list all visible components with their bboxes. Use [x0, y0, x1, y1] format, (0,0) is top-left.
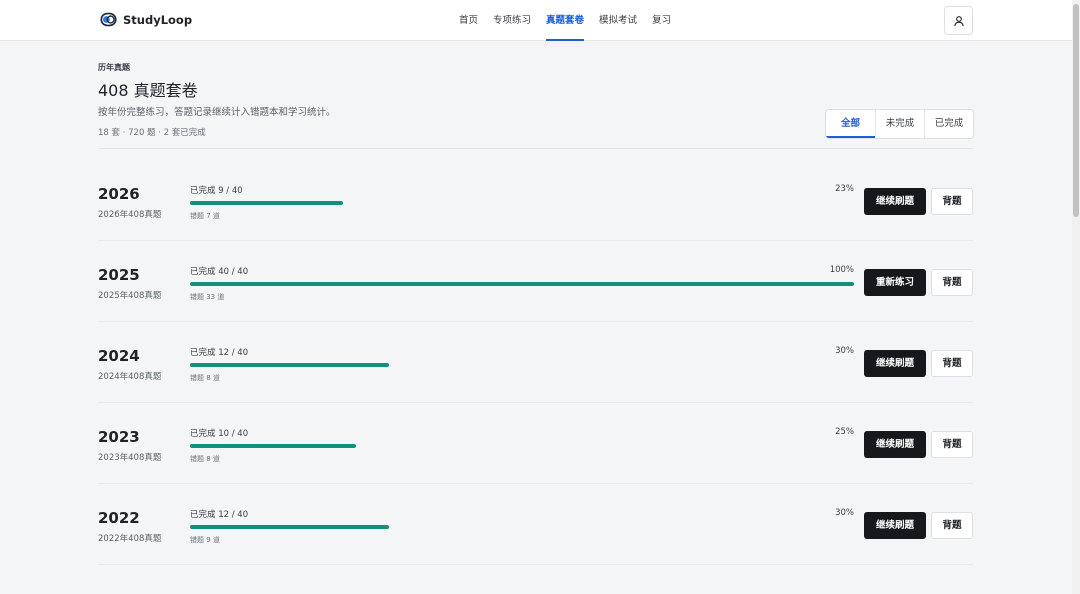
nav-item-home[interactable]: 首页	[459, 0, 478, 41]
exam-row: 2025 2025年408真题 已完成 40 / 40 100% 错题 33 道…	[98, 241, 973, 322]
wrong-count: 错题 8 道	[190, 374, 220, 382]
progress-percent: 30%	[835, 508, 854, 518]
top-navbar: StudyLoop 首页 专项练习 真题套卷 模拟考试 复习	[0, 0, 1072, 41]
exam-row: 2023 2023年408真题 已完成 10 / 40 25% 错题 8 道 继…	[98, 403, 973, 484]
exam-name: 2023年408真题	[98, 453, 162, 463]
nav-item-review[interactable]: 复习	[652, 0, 671, 41]
status-filter: 全部 未完成 已完成	[825, 109, 974, 139]
filter-tab-complete[interactable]: 已完成	[924, 110, 973, 138]
completed-count: 已完成 10 / 40	[190, 429, 249, 439]
memorize-button[interactable]: 背题	[931, 188, 973, 215]
exam-year: 2025	[98, 266, 140, 284]
memorize-button[interactable]: 背题	[931, 431, 973, 458]
wrong-count: 错题 33 道	[190, 293, 225, 301]
completed-count: 已完成 12 / 40	[190, 510, 249, 520]
progress-fill	[190, 201, 343, 205]
user-button[interactable]	[944, 6, 973, 35]
exam-list: 2026 2026年408真题 已完成 9 / 40 23% 错题 7 道 继续…	[98, 160, 973, 565]
exam-year: 2026	[98, 185, 140, 203]
continue-button[interactable]: 继续刷题	[864, 350, 926, 377]
nav-item-topic-practice[interactable]: 专项练习	[493, 0, 531, 41]
exam-row: 2024 2024年408真题 已完成 12 / 40 30% 错题 8 道 继…	[98, 322, 973, 403]
header-divider	[98, 148, 973, 149]
progress-bar	[190, 201, 854, 205]
restart-button[interactable]: 重新练习	[864, 269, 926, 296]
continue-button[interactable]: 继续刷题	[864, 512, 926, 539]
loop-logo-icon	[100, 12, 117, 27]
progress-fill	[190, 444, 356, 448]
exam-name: 2022年408真题	[98, 534, 162, 544]
page-scrollbar[interactable]	[1072, 0, 1080, 594]
progress-fill	[190, 525, 390, 529]
memorize-button[interactable]: 背题	[931, 512, 973, 539]
nav-item-mock-exam[interactable]: 模拟考试	[599, 0, 637, 41]
progress-percent: 30%	[835, 346, 854, 356]
main-nav: 首页 专项练习 真题套卷 模拟考试 复习	[459, 0, 686, 41]
exam-row: 2022 2022年408真题 已完成 12 / 40 30% 错题 9 道 继…	[98, 484, 973, 565]
wrong-count: 错题 9 道	[190, 536, 220, 544]
scrollbar-thumb[interactable]	[1073, 4, 1079, 217]
filter-tab-incomplete[interactable]: 未完成	[875, 110, 924, 138]
progress-bar	[190, 282, 854, 286]
progress-fill	[190, 282, 854, 286]
exam-name: 2026年408真题	[98, 210, 162, 220]
memorize-button[interactable]: 背题	[931, 269, 973, 296]
completed-count: 已完成 40 / 40	[190, 267, 249, 277]
progress-fill	[190, 363, 390, 367]
continue-button[interactable]: 继续刷题	[864, 188, 926, 215]
memorize-button[interactable]: 背题	[931, 350, 973, 377]
page-eyebrow: 历年真题	[98, 63, 130, 72]
page-title: 408 真题套卷	[98, 81, 198, 100]
nav-item-past-exams[interactable]: 真题套卷	[546, 0, 585, 41]
progress-percent: 25%	[835, 427, 854, 437]
progress-bar	[190, 444, 854, 448]
filter-tab-all[interactable]: 全部	[826, 110, 875, 138]
user-icon	[953, 15, 964, 26]
continue-button[interactable]: 继续刷题	[864, 431, 926, 458]
brand[interactable]: StudyLoop	[100, 11, 192, 28]
exam-name: 2025年408真题	[98, 291, 162, 301]
exam-year: 2024	[98, 347, 140, 365]
page-subtitle: 按年份完整练习，答题记录继续计入错题本和学习统计。	[98, 107, 336, 118]
summary-stats: 18 套 · 720 题 · 2 套已完成	[98, 128, 206, 138]
exam-row: 2026 2026年408真题 已完成 9 / 40 23% 错题 7 道 继续…	[98, 160, 973, 241]
exam-name: 2024年408真题	[98, 372, 162, 382]
exam-year: 2023	[98, 428, 140, 446]
progress-percent: 23%	[835, 184, 854, 194]
progress-bar	[190, 363, 854, 367]
brand-name: StudyLoop	[123, 12, 193, 27]
wrong-count: 错题 7 道	[190, 212, 220, 220]
progress-bar	[190, 525, 854, 529]
completed-count: 已完成 9 / 40	[190, 186, 243, 196]
exam-year: 2022	[98, 509, 140, 527]
completed-count: 已完成 12 / 40	[190, 348, 249, 358]
progress-percent: 100%	[829, 265, 854, 275]
wrong-count: 错题 8 道	[190, 455, 220, 463]
